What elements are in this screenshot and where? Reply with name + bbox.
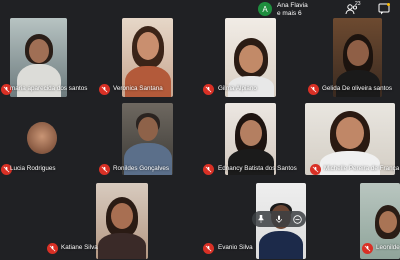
header-avatar: A [258,2,272,16]
mic-off-icon [362,243,373,254]
participant-name: Michelle Pereira de França [324,165,400,172]
participant-name: Ronildes Gonçalves [113,165,170,172]
participant-name: Lucia Rodrigues [10,165,56,172]
mic-off-icon [203,164,214,175]
participant-name: Katiane Silva [61,244,98,251]
participants-count: 23 [355,1,361,7]
participant-name: Gelida De oliveira santos [322,85,393,92]
video-tile[interactable] [96,183,148,259]
header-primary-name: Ana Flavia [277,2,308,9]
avatar [27,122,57,154]
tile-controls [252,211,306,227]
mic-off-icon [47,243,58,254]
participant-name: Veronica Santana [113,85,163,92]
participant-name: Evanio Silva [218,244,253,251]
mic-off-icon [203,243,214,254]
participant-name: Ednancy Batista dos Santos [218,165,297,172]
participant-name: Gilma Alpiano [218,85,257,92]
mic-off-icon [99,84,110,95]
participant-name: Leonilde [376,244,400,251]
mic-off-icon [99,164,110,175]
mute-icon[interactable] [274,214,284,224]
mic-off-icon [308,84,319,95]
mic-off-icon [203,84,214,95]
participant-name: maria aparecida dos santos [10,85,88,92]
header-secondary: e mais 6 [277,10,302,17]
remove-icon[interactable] [292,214,302,224]
pin-icon[interactable] [256,214,266,224]
mic-off-icon [310,164,321,175]
